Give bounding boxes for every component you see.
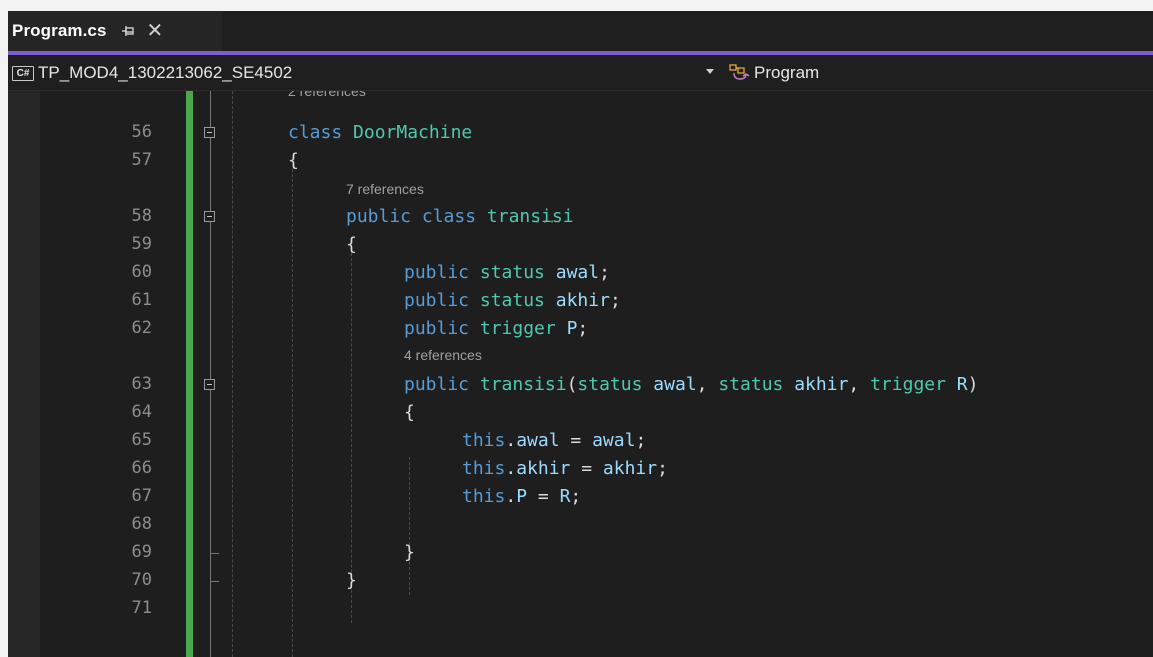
class-icon [729,64,750,80]
outline-end-marker [210,573,219,582]
line-number: 60 [131,262,152,282]
editor-window: Program.cs ✕ C# TP_MOD4_1302213062_SE450… [8,11,1153,657]
code-text: { [346,234,357,255]
line-number: 56 [131,122,152,142]
code-text: public status awal; [404,262,610,283]
code-line: 65 this.awal = awal; [8,427,1153,455]
line-number: 58 [131,206,152,226]
code-lens-references[interactable]: 7 references [346,181,424,201]
code-line: 68 [8,511,1153,539]
line-number: 59 [131,234,152,254]
line-number: 70 [131,570,152,590]
navigation-bar: C# TP_MOD4_1302213062_SE4502 Program [8,55,1153,91]
code-text: this.P = R; [462,486,582,507]
code-line: 64 { [8,399,1153,427]
tab-program-cs[interactable]: Program.cs ✕ [8,11,222,51]
code-text: { [288,150,299,171]
code-text: this.akhir = akhir; [462,458,668,479]
code-text: } [346,570,357,591]
suggestion-dots-icon[interactable]: ··· [534,215,556,229]
code-line: 70 } [8,567,1153,595]
collapse-icon[interactable] [204,127,215,138]
code-editor[interactable]: 2 references 56 class DoorMachine 57 { 7… [8,91,1153,657]
code-line: 57 { [8,147,1153,175]
line-number: 57 [131,150,152,170]
line-number: 67 [131,486,152,506]
pin-icon[interactable] [121,23,135,39]
code-text: public trigger P; [404,318,589,339]
code-lens-references[interactable]: 4 references [404,347,482,367]
collapse-icon[interactable] [204,211,215,222]
chevron-down-icon[interactable] [706,69,714,74]
code-line: 67 this.P = R; [8,483,1153,511]
type-name: Program [754,63,820,82]
line-number: 64 [131,402,152,422]
code-lens-references[interactable]: 2 references [288,91,366,103]
line-number: 61 [131,290,152,310]
collapse-icon[interactable] [204,379,215,390]
line-number: 69 [131,542,152,562]
tab-title: Program.cs [12,21,107,40]
code-text: class DoorMachine [288,122,473,143]
line-number: 71 [131,598,152,618]
code-text: public transisi(status awal, status akhi… [404,374,979,395]
code-text: this.awal = awal; [462,430,647,451]
code-text: } [404,542,415,563]
outline-end-marker [210,545,219,554]
line-number: 62 [131,318,152,338]
code-line: 66 this.akhir = akhir; [8,455,1153,483]
code-line: 62 public trigger P; [8,315,1153,343]
csharp-project-icon: C# [12,65,34,81]
code-line: 59 { [8,231,1153,259]
code-text: { [404,402,415,423]
close-icon[interactable]: ✕ [147,21,164,41]
code-line: 58 public class transisi ··· [8,203,1153,231]
code-line: 69 } [8,539,1153,567]
code-line: 71 [8,595,1153,623]
project-dropdown[interactable]: C# TP_MOD4_1302213062_SE4502 [8,55,724,91]
type-dropdown[interactable]: Program [728,55,819,91]
line-number: 65 [131,430,152,450]
code-text: public status akhir; [404,290,621,311]
code-line: 60 public status awal; [8,259,1153,287]
line-number: 63 [131,374,152,394]
line-number: 68 [131,514,152,534]
code-line: 61 public status akhir; [8,287,1153,315]
project-name: TP_MOD4_1302213062_SE4502 [38,63,293,82]
code-line: 56 class DoorMachine [8,119,1153,147]
line-number: 66 [131,458,152,478]
code-line: 63 public transisi(status awal, status a… [8,371,1153,399]
document-tab-strip: Program.cs ✕ [8,11,1153,51]
